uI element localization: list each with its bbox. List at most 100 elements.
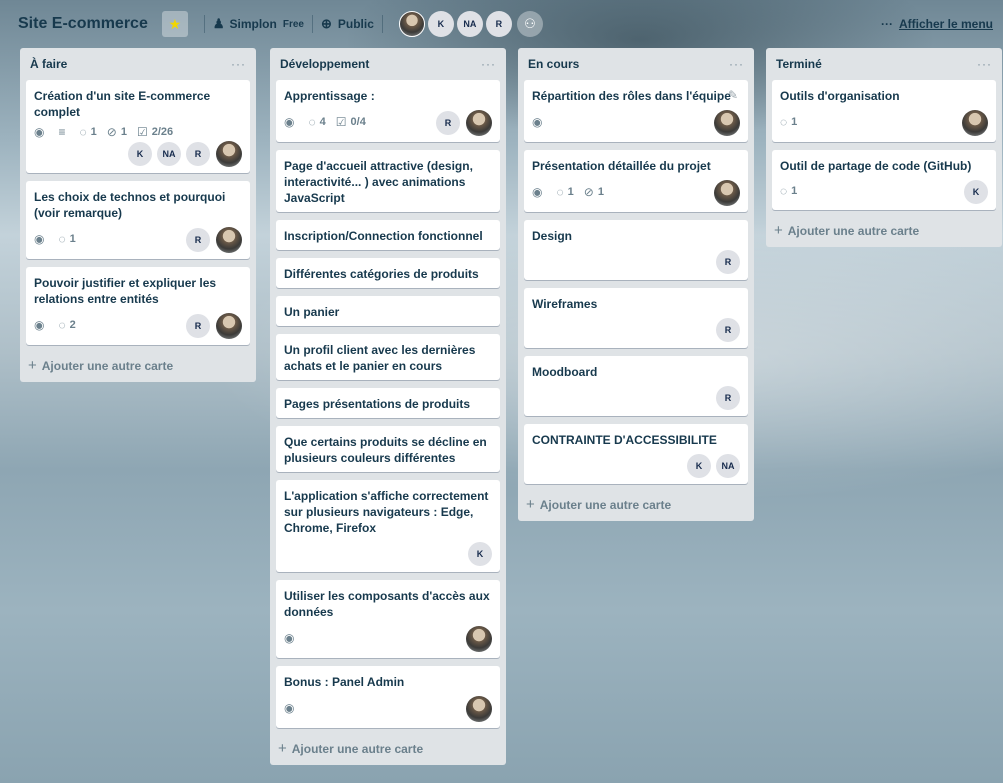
avatar[interactable]: R — [436, 111, 460, 135]
avatar[interactable] — [398, 11, 425, 37]
plus-icon: + — [28, 357, 37, 374]
card-badges: ◉ — [284, 701, 308, 715]
card-title: Pouvoir justifier et expliquer les relat… — [34, 276, 217, 306]
card[interactable]: Bonus : Panel Admin ◉ — [276, 666, 500, 728]
avatar[interactable] — [216, 313, 242, 339]
watch-icon: ◉ — [34, 318, 45, 332]
comments-badge: ◌ 1 — [780, 115, 798, 129]
avatar[interactable] — [466, 110, 492, 136]
card[interactable]: Un profil client avec les dernières acha… — [276, 334, 500, 380]
card-title: Un panier — [284, 305, 340, 319]
card[interactable]: CONTRAINTE D'ACCESSIBILITE K NA — [524, 424, 748, 484]
board-title[interactable]: Site E-commerce — [18, 15, 148, 33]
card[interactable]: Création d'un site E-commerce complet ◉ … — [26, 80, 250, 173]
avatar[interactable]: K — [964, 180, 988, 204]
avatar[interactable]: K — [468, 542, 492, 566]
avatar[interactable]: NA — [716, 454, 740, 478]
card-members: K — [284, 542, 492, 566]
list-menu-icon[interactable]: ··· — [231, 57, 246, 71]
list-menu-icon[interactable]: ··· — [729, 57, 744, 71]
avatar[interactable]: K — [687, 454, 711, 478]
list-title[interactable]: À faire — [30, 57, 67, 71]
card[interactable]: L'application s'affiche correctement sur… — [276, 480, 500, 572]
card-title: Différentes catégories de produits — [284, 267, 479, 281]
list-menu-icon[interactable]: ··· — [481, 57, 496, 71]
card-members: K NA — [532, 454, 740, 478]
card-title: Pages présentations de produits — [284, 397, 471, 411]
avatar[interactable] — [216, 227, 242, 253]
list-menu-icon[interactable]: ··· — [977, 57, 992, 71]
card[interactable]: Que certains produits se décline en plus… — [276, 426, 500, 472]
card-badges: ◉ ◌ 4 ☑ 0/4 — [284, 115, 376, 129]
avatar[interactable] — [466, 626, 492, 652]
card[interactable]: Pages présentations de produits — [276, 388, 500, 418]
avatar[interactable]: NA — [456, 11, 483, 37]
avatar[interactable]: R — [716, 318, 740, 342]
card-title: Outil de partage de code (GitHub) — [780, 159, 972, 173]
card-badges: ◌ 1 — [780, 184, 807, 198]
list-title[interactable]: Terminé — [776, 57, 822, 71]
avatar[interactable] — [714, 180, 740, 206]
card[interactable]: Utiliser les composants d'accès aux donn… — [276, 580, 500, 658]
watch-icon: ◉ — [532, 185, 543, 199]
comments-badge: ◌ 2 — [58, 318, 76, 332]
add-card-button[interactable]: + Ajouter une autre carte — [26, 353, 250, 376]
list-header: En cours ··· — [524, 48, 748, 80]
checkbox-icon: ☑ — [136, 125, 148, 139]
card[interactable]: Répartition des rôles dans l'équipe ✎ ◉ — [524, 80, 748, 142]
avatar[interactable]: R — [186, 228, 210, 252]
card-members — [708, 180, 740, 206]
star-icon[interactable]: ★ — [161, 11, 188, 37]
card-title: Utiliser les composants d'accès aux donn… — [284, 589, 490, 619]
card-title: Que certains produits se décline en plus… — [284, 435, 487, 465]
add-member-icon[interactable]: ⚇ — [516, 11, 543, 37]
card[interactable]: Outil de partage de code (GitHub) ◌ 1 K — [772, 150, 996, 210]
team-button[interactable]: ♟ Simplon Free — [213, 16, 304, 32]
card[interactable]: Un panier — [276, 296, 500, 326]
card[interactable]: Apprentissage : ◉ ◌ 4 ☑ 0/4 R — [276, 80, 500, 142]
list-title[interactable]: Développement — [280, 57, 369, 71]
avatar[interactable] — [216, 141, 242, 167]
avatar[interactable]: K — [427, 11, 454, 37]
card[interactable]: Inscription/Connection fonctionnel — [276, 220, 500, 250]
avatar[interactable]: K — [128, 142, 152, 166]
add-card-button[interactable]: + Ajouter une autre carte — [772, 218, 996, 241]
card[interactable]: Moodboard R — [524, 356, 748, 416]
card[interactable]: Pouvoir justifier et expliquer les relat… — [26, 267, 250, 345]
board-header: Site E-commerce ★ ♟ Simplon Free ⊕ Publi… — [0, 0, 1003, 48]
card[interactable]: Les choix de technos et pourquoi (voir r… — [26, 181, 250, 259]
list-developpement: Développement ··· Apprentissage : ◉ ◌ 4 ☑… — [270, 48, 506, 765]
avatar[interactable]: R — [716, 250, 740, 274]
avatar[interactable]: R — [485, 11, 512, 37]
pencil-icon[interactable]: ✎ — [728, 88, 738, 102]
avatar[interactable]: R — [186, 314, 210, 338]
card-members: R — [181, 313, 242, 339]
card[interactable]: Différentes catégories de produits — [276, 258, 500, 288]
avatar[interactable] — [962, 110, 988, 136]
list-title[interactable]: En cours — [528, 57, 579, 71]
attachments-badge: ⊘ 1 — [583, 185, 604, 199]
card[interactable]: Outils d'organisation ◌ 1 — [772, 80, 996, 142]
card-badges: ◉ — [284, 631, 308, 645]
show-menu-button[interactable]: ··· Afficher le menu — [881, 17, 993, 31]
list-header: À faire ··· — [26, 48, 250, 80]
avatar[interactable]: R — [716, 386, 740, 410]
avatar[interactable] — [714, 110, 740, 136]
comment-icon: ◌ — [780, 115, 788, 129]
avatar[interactable]: R — [186, 142, 210, 166]
card-title: Un profil client avec les dernières acha… — [284, 343, 476, 373]
team-icon: ♟ — [212, 16, 225, 31]
card[interactable]: Design R — [524, 220, 748, 280]
comments-badge: ◌ 1 — [79, 125, 97, 139]
card[interactable]: Wireframes R — [524, 288, 748, 348]
card[interactable]: Présentation détaillée du projet ◉ ◌ 1 ⊘ 1 — [524, 150, 748, 212]
add-card-button[interactable]: + Ajouter une autre carte — [276, 736, 500, 759]
add-card-button[interactable]: + Ajouter une autre carte — [524, 492, 748, 515]
card-members: R — [532, 318, 740, 342]
card-badges: ◉ ◌ 1 ⊘ 1 — [532, 185, 614, 199]
avatar[interactable] — [466, 696, 492, 722]
card[interactable]: Page d'accueil attractive (design, inter… — [276, 150, 500, 212]
avatar[interactable]: NA — [157, 142, 181, 166]
watch-icon: ◉ — [34, 125, 45, 139]
visibility-button[interactable]: ⊕ Public — [321, 16, 374, 32]
